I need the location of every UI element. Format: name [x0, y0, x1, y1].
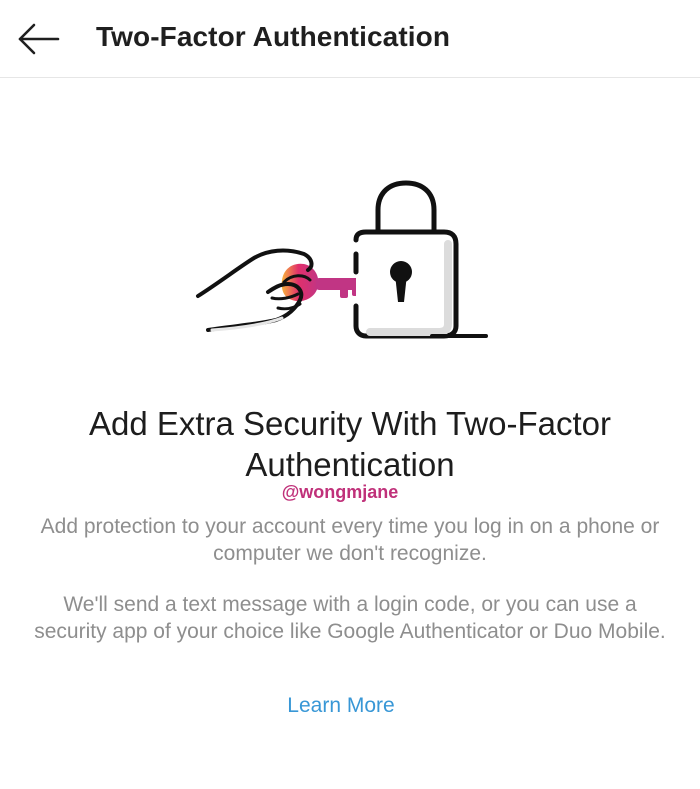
back-button[interactable] — [14, 18, 62, 60]
padlock-icon — [353, 180, 488, 339]
arrow-left-icon — [18, 23, 60, 55]
headline: Add Extra Security With Two-Factor Authe… — [88, 405, 612, 483]
watermark-username: @wongmjane — [281, 482, 399, 502]
learn-more-link[interactable]: Learn More — [0, 694, 682, 718]
top-bar: Two-Factor Authentication — [0, 0, 700, 78]
method-description-paragraph: We'll send a text message with a login c… — [34, 593, 666, 643]
security-illustration — [190, 180, 500, 350]
page-title: Two-Factor Authentication — [96, 21, 451, 52]
description-paragraph: Add protection to your account every tim… — [40, 515, 660, 565]
